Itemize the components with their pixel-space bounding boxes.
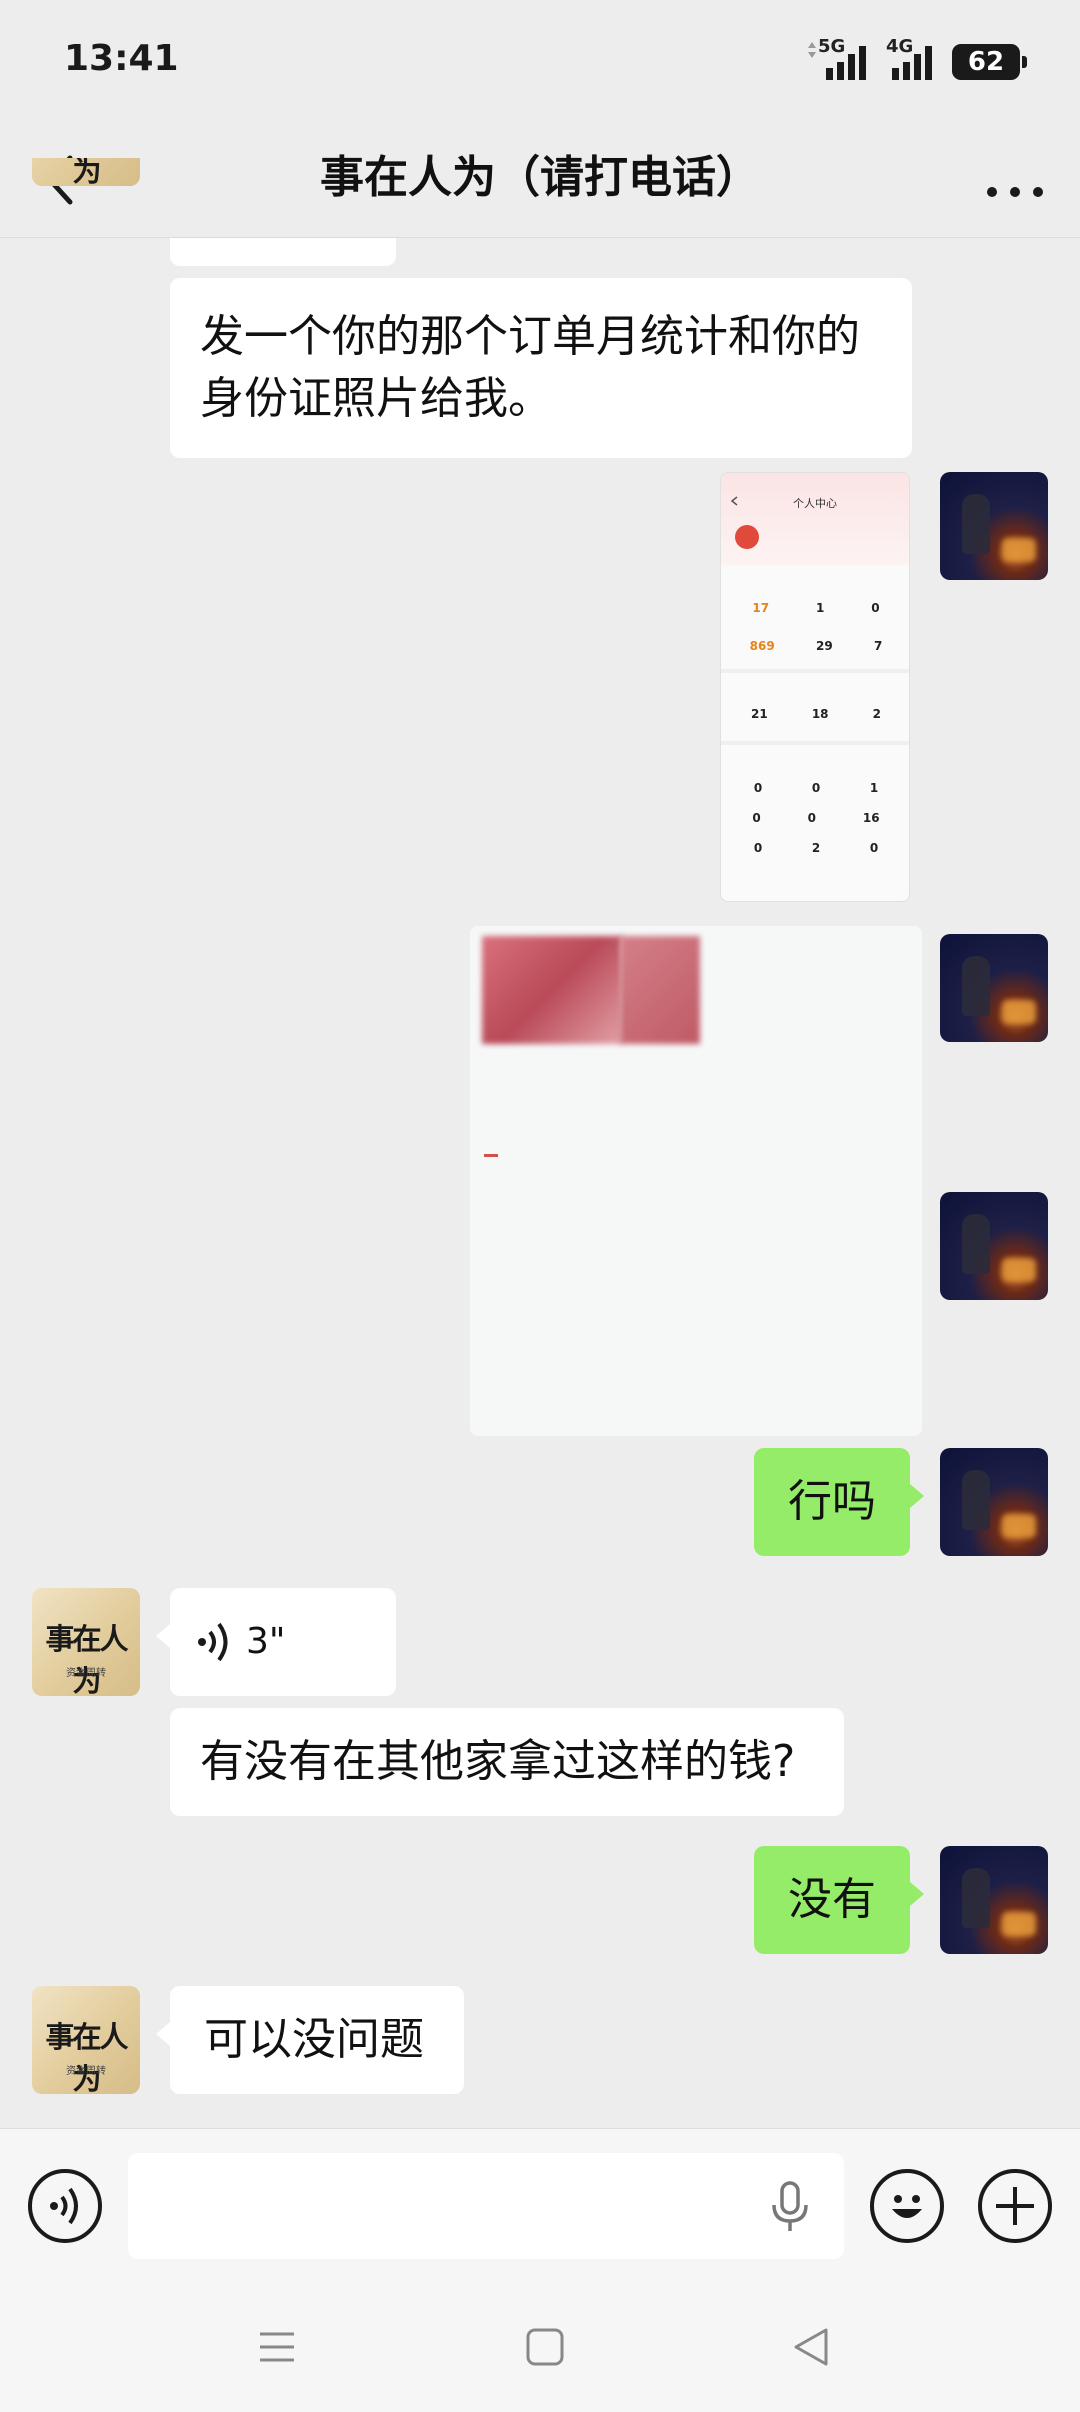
mic-button[interactable] [762,2179,818,2235]
message-bubble-incoming[interactable]: 可以没问题 [156,1986,464,2094]
stat-value: 1 [869,781,879,795]
system-nav-bar [0,2282,1080,2412]
message-image-photo[interactable] [470,926,922,1436]
message-bubble-incoming[interactable]: 有没有在其他家拿过这样的钱? [170,1708,844,1816]
voice-toggle-button[interactable] [28,2169,102,2243]
message-bubble-incoming[interactable]: 发一个你的那个订单月统计和你的身份证照片给我。 [170,278,912,458]
avatar-brand-sub: 资金周转 [66,2066,106,2077]
message-image-screenshot[interactable]: 个人中心 17 1 0 869 29 7 21 18 2 0 0 1 0 0 1… [720,472,910,902]
stat-value: 1 [815,601,825,615]
chat-header: 事在人为（请打电话） [0,120,1080,238]
more-dots-icon [987,187,1043,197]
home-square-icon [526,2328,564,2366]
screenshot-header: 个人中心 [721,473,909,565]
signal-5g-icon: 5G [806,36,870,82]
message-text: 没有 [788,1874,876,1925]
screenshot-divider [721,669,909,673]
screenshot-stats-row: 17 1 0 869 29 7 [729,581,903,653]
screenshot-avatar [735,525,759,549]
chat-title: 事在人为（请打电话） [320,152,760,203]
contact-avatar[interactable]: 事在人为 资金周转 [32,1986,140,2094]
stat-value: 0 [871,601,880,615]
photo-blur-region [620,936,700,1044]
stat-value: 0 [753,781,763,795]
battery-indicator: 62 [952,44,1027,80]
status-bar: 13:41 5G 4G 62 [0,0,1080,120]
contact-avatar[interactable]: 事在人为 资金周转 [32,1588,140,1696]
message-bubble-outgoing[interactable]: 行吗 [754,1448,924,1556]
avatar-brand-text: 事在人为 [45,2020,128,2094]
microphone-icon [772,2181,808,2231]
stat-value: 21 [751,707,768,721]
more-button[interactable] [980,140,1050,220]
voice-wave-icon [198,1622,228,1662]
voice-duration: 3" [246,1621,286,1662]
stat-value: 17 [752,601,770,615]
avatar-figure [962,1214,990,1274]
voice-toggle-icon [50,2187,78,2225]
avatar-light [1002,1514,1036,1538]
avatar-figure [962,1470,990,1530]
status-time: 13:41 [64,38,179,79]
avatar-light [1002,1912,1036,1936]
avatar-light [1002,1000,1036,1024]
emoji-icon [892,2195,922,2218]
message-bubble-partial [170,238,396,266]
user-avatar[interactable] [940,1192,1048,1300]
screenshot-stats-row: 0 0 1 0 0 16 0 2 0 [729,763,903,855]
photo-mark [484,1154,498,1157]
photo-blur-region [482,936,622,1044]
screenshot-title: 个人中心 [793,497,837,510]
stat-value: 2 [872,707,881,721]
stat-value: 18 [811,707,829,721]
signal-4g-icon: 4G [884,36,940,82]
stat-value: 0 [807,811,816,825]
back-triangle-icon [794,2328,828,2366]
message-input[interactable] [128,2153,844,2259]
stat-value: 869 [749,639,775,653]
plus-icon [996,2187,1034,2225]
avatar-brand-text: 事在人为 [45,1622,128,1696]
nav-menu-button[interactable] [232,2302,322,2392]
nav-home-button[interactable] [500,2302,590,2392]
screenshot-stats-row: 21 18 2 [729,685,903,721]
message-text: 有没有在其他家拿过这样的钱? [200,1736,796,1787]
message-bubble-outgoing[interactable]: 没有 [754,1846,924,1954]
voice-message-bubble[interactable]: 3" [156,1588,396,1696]
message-text: 可以没问题 [204,2014,424,2065]
avatar-brand-sub: 资金周转 [66,1668,106,1679]
screenshot-divider [721,741,909,745]
menu-icon [260,2332,294,2362]
stat-value: 7 [873,639,883,653]
message-text: 发一个你的那个订单月统计和你的身份证照片给我。 [200,311,860,424]
stat-value: 2 [811,841,821,855]
avatar-figure [962,1868,990,1928]
plus-button[interactable] [978,2169,1052,2243]
user-avatar[interactable] [940,934,1048,1042]
emoji-button[interactable] [870,2169,944,2243]
user-avatar[interactable] [940,1448,1048,1556]
message-text: 行吗 [788,1476,876,1527]
stat-value: 0 [752,811,761,825]
stat-value: 0 [811,781,821,795]
stat-value: 16 [862,811,880,825]
stat-value: 29 [815,639,833,653]
stat-value: 0 [753,841,763,855]
input-bar [0,2128,1080,2282]
stat-value: 0 [869,841,879,855]
avatar-figure [962,956,990,1016]
avatar-light [1002,538,1036,562]
avatar-figure [962,494,990,554]
user-avatar[interactable] [940,472,1048,580]
nav-back-button[interactable] [766,2302,856,2392]
user-avatar[interactable] [940,1846,1048,1954]
avatar-light [1002,1258,1036,1282]
